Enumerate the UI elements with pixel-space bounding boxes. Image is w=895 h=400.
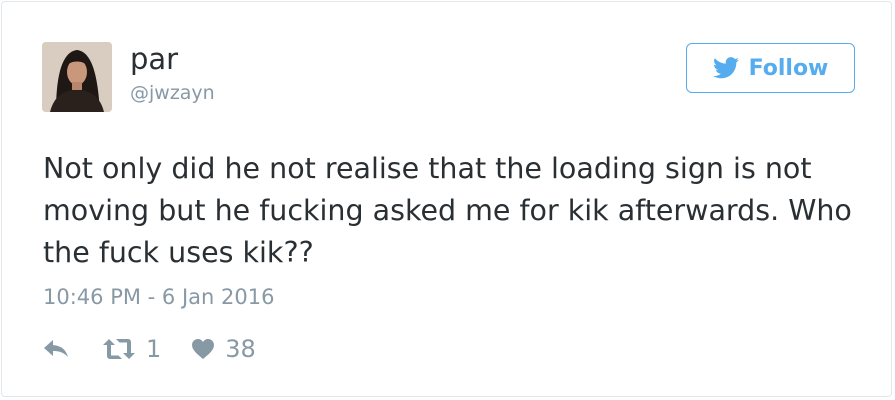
display-name[interactable]: par — [130, 42, 178, 76]
follow-button[interactable]: Follow — [686, 43, 855, 93]
heart-icon — [192, 339, 215, 359]
tweet-card: par @jwzayn Follow Not only did he not r… — [1, 1, 892, 397]
twitter-bird-icon — [712, 57, 739, 79]
tweet-text: Not only did he not realise that the loa… — [43, 152, 852, 269]
retweet-icon — [103, 339, 135, 359]
avatar[interactable] — [42, 42, 112, 112]
like-button[interactable]: 38 — [191, 334, 256, 364]
retweet-count: 1 — [146, 335, 162, 363]
reply-button[interactable] — [42, 338, 70, 360]
like-count: 38 — [225, 335, 256, 363]
reply-icon — [44, 340, 68, 357]
user-handle[interactable]: @jwzayn — [130, 82, 215, 104]
tweet-timestamp[interactable]: 10:46 PM - 6 Jan 2016 — [43, 283, 274, 311]
retweet-button[interactable]: 1 — [102, 334, 161, 364]
avatar-image — [42, 42, 112, 112]
tweet-actions: 1 38 — [42, 332, 256, 366]
follow-button-label: Follow — [748, 55, 829, 81]
